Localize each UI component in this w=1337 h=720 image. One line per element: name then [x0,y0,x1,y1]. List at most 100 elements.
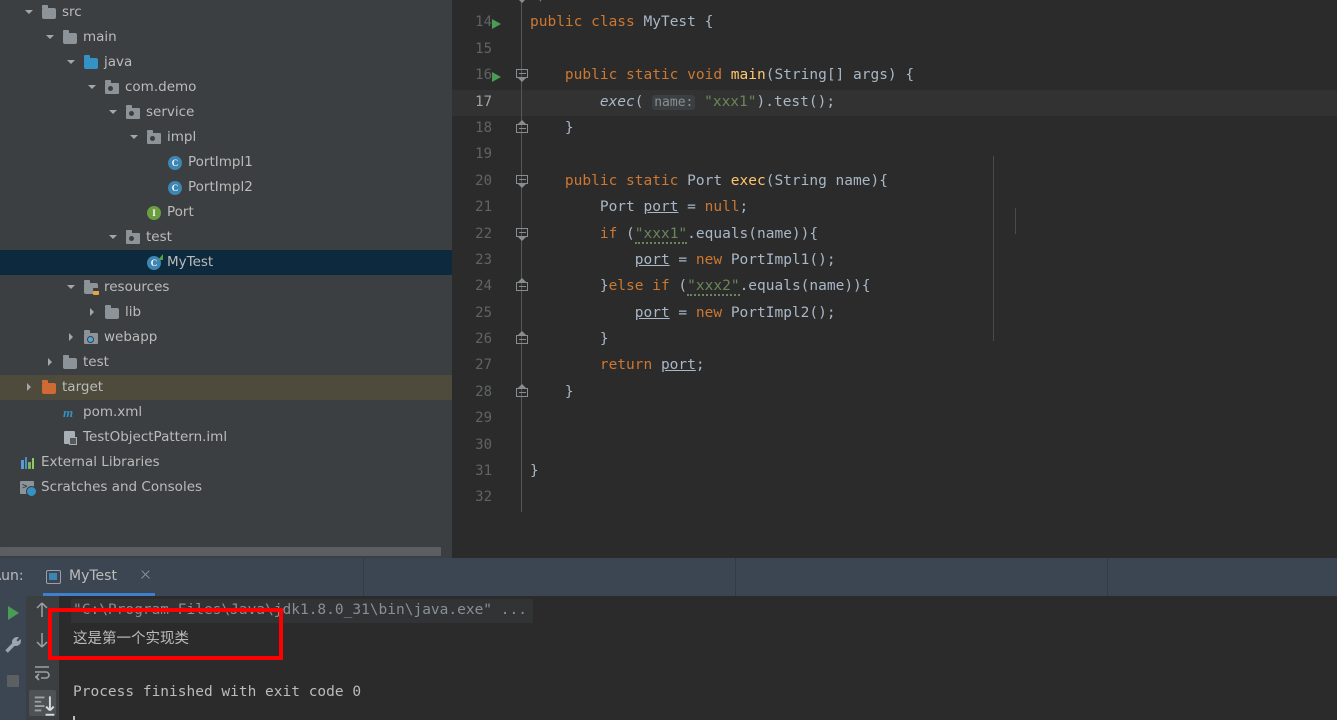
tree-item-testobjectpattern-iml[interactable]: TestObjectPattern.iml [0,425,452,450]
fold-guide-line [521,353,522,380]
soft-wrap-button[interactable] [31,661,53,683]
editor-line-24[interactable]: 24 }else if ("xxx2".equals(name)){ [452,274,1337,301]
chevron-right-icon[interactable] [44,356,57,369]
close-icon[interactable] [140,569,151,580]
tree-item-resources[interactable]: resources [0,275,452,300]
editor-line-30[interactable]: 30 [452,432,1337,460]
editor-line-13[interactable]: 13 */ [452,0,1337,11]
editor-line-22[interactable]: 22 if ("xxx1".equals(name)){ [452,221,1337,248]
fold-collapse-icon[interactable] [516,174,528,188]
tree-item-portimpl2[interactable]: C PortImpl2 [0,175,452,200]
edit-configuration-button[interactable] [2,634,24,656]
tree-item-label: TestObjectPattern.iml [83,429,228,445]
tree-item-com-demo[interactable]: com.demo [0,75,452,100]
tree-item-lib[interactable]: lib [0,300,452,325]
chevron-down-icon[interactable] [86,81,99,94]
editor-line-29[interactable]: 29 [452,406,1337,433]
indent-guide [1015,208,1016,234]
tree-item-mytest[interactable]: C MyTest [0,250,452,275]
code-text: return port; [599,357,705,374]
code-text: port = new PortImpl1(); [634,251,836,268]
chevron-right-icon[interactable] [23,381,36,394]
editor-line-32[interactable]: 32 [452,485,1337,512]
chevron-right-icon[interactable] [86,306,99,319]
editor-line-17[interactable]: 17 exec( name: "xxx1").test(); [452,89,1337,116]
fold-guide-line [521,432,522,460]
chevron-down-icon[interactable] [23,6,36,19]
line-number: 31 [475,463,492,480]
iml-module-icon [62,430,78,446]
scratches-icon: > [20,480,37,497]
line-number: 18 [475,119,492,136]
scrollbar-thumb[interactable] [0,547,441,556]
fold-collapse-icon[interactable] [516,69,528,83]
tree-item-main[interactable]: main [0,25,452,50]
run-tab-bar: Run: MyTest [0,558,1337,596]
editor-line-14[interactable]: 14 public class MyTest { [452,10,1337,37]
line-number: 22 [475,225,492,242]
project-tool-window[interactable]: src main java com.demo service impl C PortImpl1… [0,0,452,558]
editor-line-20[interactable]: 20 public static Port exec(String name){ [452,168,1337,196]
line-number: 25 [475,304,492,321]
tree-item-webapp[interactable]: webapp [0,325,452,350]
line-number: 21 [475,199,492,216]
chevron-down-icon[interactable] [65,56,78,69]
tree-item-port[interactable]: I Port [0,200,452,225]
editor-line-28[interactable]: 28 } [452,379,1337,407]
fold-collapse-icon[interactable] [516,227,528,241]
editor-line-31[interactable]: 31} [452,459,1337,486]
tree-item-pom-xml[interactable]: m pom.xml [0,400,452,425]
scroll-to-end-button[interactable] [29,690,56,716]
fold-guide-line [521,485,522,512]
chevron-down-icon[interactable] [128,131,141,144]
chevron-down-icon[interactable] [107,231,120,244]
tab-separator [363,558,364,596]
tree-item-external-libraries[interactable]: External Libraries [0,450,452,475]
tree-item-portimpl1[interactable]: C PortImpl1 [0,150,452,175]
run-tab-mytest[interactable]: MyTest [35,558,163,596]
fold-guide-line [521,89,522,116]
tree-item-service[interactable]: service [0,100,452,125]
code-text: public class MyTest { [530,14,714,31]
fold-collapse-icon[interactable] [516,383,528,397]
run-tab-label: MyTest [69,568,117,584]
fold-collapse-icon[interactable] [516,119,528,133]
chevron-down-icon[interactable] [107,106,120,119]
tree-item-java[interactable]: java [0,50,452,75]
run-actions-toolbar[interactable] [0,596,26,720]
run-gutter-icon[interactable] [492,19,501,30]
chevron-right-icon[interactable] [65,331,78,344]
fold-guide-line [521,459,522,486]
project-horizontal-scrollbar[interactable] [0,545,452,558]
stop-button[interactable] [2,670,24,692]
folder-grey-icon [62,30,78,46]
editor-line-23[interactable]: 23 port = new PortImpl1(); [452,247,1337,275]
tab-separator [1107,558,1108,596]
code-editor[interactable]: 13 */ 14 public class MyTest {15 16 public s… [452,0,1337,558]
fold-collapse-icon[interactable] [516,0,528,3]
editor-line-21[interactable]: 21 Port port = null; [452,195,1337,222]
tree-item-src[interactable]: src [0,0,452,25]
editor-line-27[interactable]: 27 return port; [452,353,1337,380]
tree-item-target[interactable]: target [0,375,452,400]
chevron-down-icon[interactable] [65,281,78,294]
editor-line-18[interactable]: 18 } [452,115,1337,143]
chevron-down-icon[interactable] [44,31,57,44]
editor-line-16[interactable]: 16 public static void main(String[] args… [452,63,1337,90]
fold-collapse-icon[interactable] [516,331,528,345]
tree-item-label: Scratches and Consoles [41,479,203,495]
editor-line-25[interactable]: 25 port = new PortImpl2(); [452,300,1337,328]
line-number: 20 [475,172,492,189]
run-gutter-icon[interactable] [492,72,501,83]
editor-line-15[interactable]: 15 [452,36,1337,64]
tree-item-test[interactable]: test [0,350,452,375]
editor-line-26[interactable]: 26 } [452,327,1337,354]
tree-item-impl[interactable]: impl [0,125,452,150]
fold-collapse-icon[interactable] [516,278,528,292]
editor-line-19[interactable]: 19 [452,142,1337,169]
tree-item-test[interactable]: test [0,225,452,250]
rerun-button[interactable] [2,602,24,624]
tree-item-scratches-and-consoles[interactable]: > Scratches and Consoles [0,475,452,500]
